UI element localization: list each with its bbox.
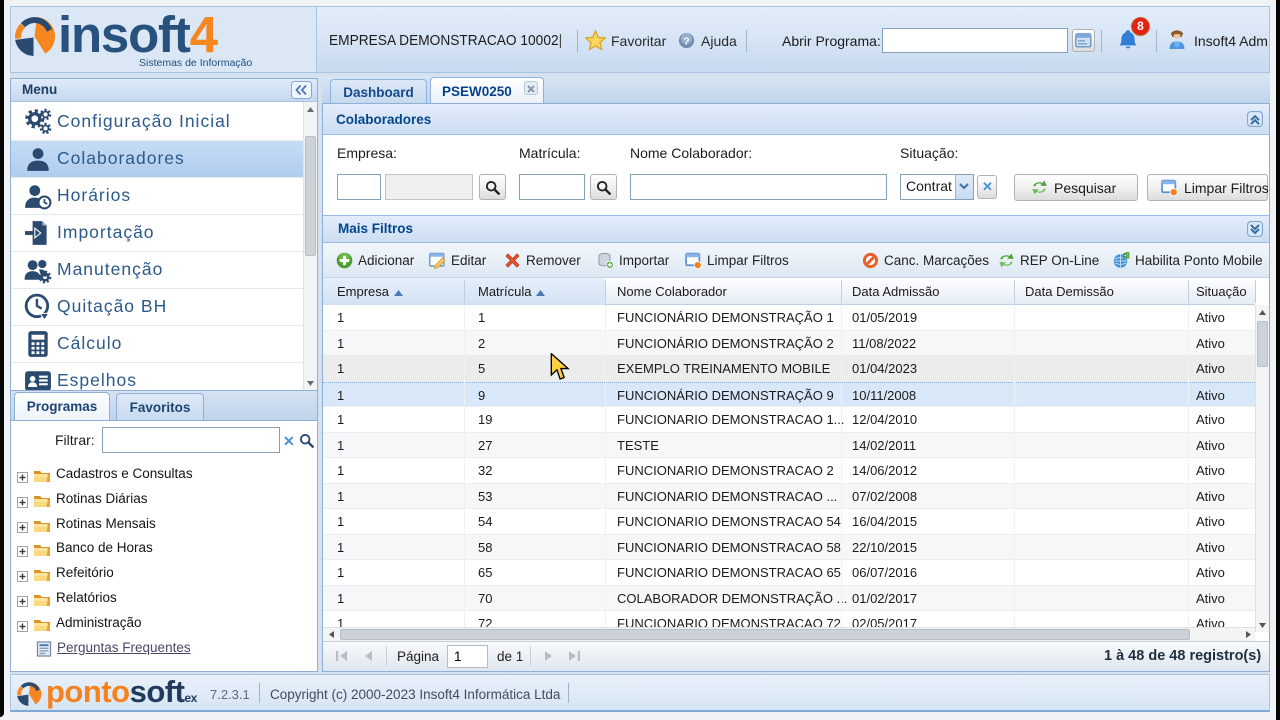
svg-text:?: ? (683, 36, 689, 47)
